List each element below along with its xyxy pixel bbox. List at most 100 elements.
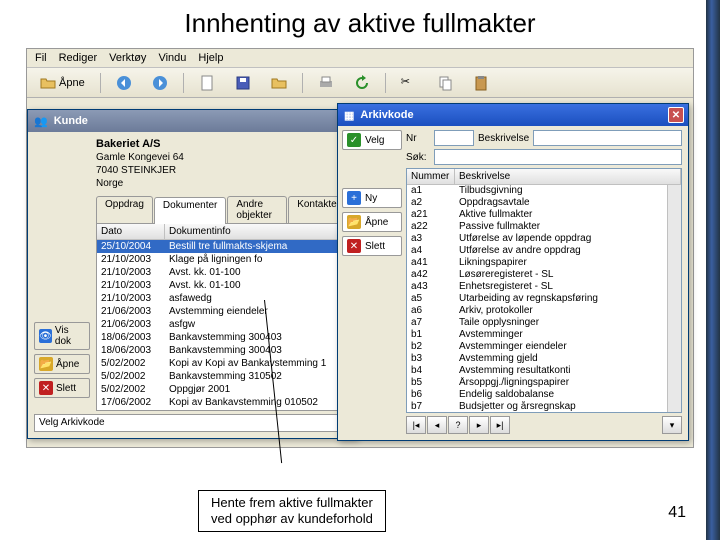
side-strip bbox=[706, 0, 720, 540]
tab-andre-objekter[interactable]: Andre objekter bbox=[227, 196, 287, 223]
open-button[interactable]: Åpne bbox=[33, 72, 92, 94]
arkiv-titlebar[interactable]: ▦ Arkivkode ✕ bbox=[338, 104, 688, 126]
close-button[interactable]: ✕ bbox=[668, 107, 684, 123]
table-row[interactable]: b6Endelig saldobalanse bbox=[407, 389, 681, 401]
col-dato[interactable]: Dato bbox=[97, 224, 165, 239]
slett-button[interactable]: ✕Slett bbox=[34, 378, 90, 398]
table-row[interactable]: 21/10/2003Avst. kk. 01-100 bbox=[97, 279, 349, 292]
record-nav: |◂ ◂ ? ▸ ▸| ▾ bbox=[406, 416, 682, 434]
table-row[interactable]: b7Budsjetter og årsregnskap bbox=[407, 401, 681, 413]
open-icon: 📂 bbox=[39, 357, 53, 371]
nav-first[interactable]: |◂ bbox=[406, 416, 426, 434]
table-row[interactable]: 21/06/2003asfgw bbox=[97, 318, 349, 331]
table-row[interactable]: 18/06/2003Bankavstemming 300403 bbox=[97, 344, 349, 357]
table-row[interactable]: 17/06/2002Kopi av Bankavstemming 010502 bbox=[97, 396, 349, 409]
nav-dropdown[interactable]: ▾ bbox=[662, 416, 682, 434]
table-row[interactable]: 21/10/2003asfawedg bbox=[97, 292, 349, 305]
table-row[interactable]: a21Aktive fullmakter bbox=[407, 209, 681, 221]
open-icon: 📂 bbox=[347, 215, 361, 229]
nav-prev[interactable]: ◂ bbox=[427, 416, 447, 434]
kunde-titlebar[interactable]: 👥 Kunde bbox=[28, 110, 356, 132]
table-row[interactable]: a4Utførelse av andre oppdrag bbox=[407, 245, 681, 257]
col-beskrivelse[interactable]: Beskrivelse bbox=[455, 169, 681, 184]
table-row[interactable]: 5/02/2002Bankavstemming 310502 bbox=[97, 370, 349, 383]
arkiv-list[interactable]: Nummer Beskrivelse a1Tilbudsgivninga2Opp… bbox=[406, 168, 682, 413]
table-row[interactable]: b4Avstemming resultatkonti bbox=[407, 365, 681, 377]
menubar: Fil Rediger Verktøy Vindu Hjelp bbox=[27, 49, 693, 68]
table-row[interactable]: 21/06/2003Avstemming eiendeler bbox=[97, 305, 349, 318]
new-doc-button[interactable] bbox=[192, 72, 222, 94]
slett-arkiv-button[interactable]: ✕Slett bbox=[342, 236, 402, 256]
menu-verktoy[interactable]: Verktøy bbox=[109, 52, 146, 64]
table-row[interactable]: a41Likningspapirer bbox=[407, 257, 681, 269]
col-nummer[interactable]: Nummer bbox=[407, 169, 455, 184]
table-row[interactable]: 25/10/2004Bestill tre fullmakts-skjema bbox=[97, 240, 349, 253]
table-row[interactable]: 21/10/2003Avst. kk. 01-100 bbox=[97, 266, 349, 279]
document-list-header: Dato Dokumentinfo bbox=[97, 224, 349, 240]
tab-dokumenter[interactable]: Dokumenter bbox=[154, 197, 226, 224]
table-row[interactable]: a7Taile opplysninger bbox=[407, 317, 681, 329]
print-button[interactable] bbox=[311, 72, 341, 94]
callout-box: Hente frem aktive fullmakter ved opphør … bbox=[198, 490, 386, 532]
table-row[interactable]: a6Arkiv, protokoller bbox=[407, 305, 681, 317]
col-dokumentinfo[interactable]: Dokumentinfo bbox=[165, 224, 349, 239]
separator bbox=[183, 73, 184, 93]
callout-line2: ved opphør av kundeforhold bbox=[211, 511, 373, 526]
table-row[interactable]: b2Avstemminger eiendeler bbox=[407, 341, 681, 353]
table-row[interactable]: 21/10/2003Klage på ligningen fo bbox=[97, 253, 349, 266]
nav-find[interactable]: ? bbox=[448, 416, 468, 434]
arkiv-actions: ✓Velg +Ny 📂Åpne ✕Slett bbox=[342, 130, 402, 256]
paste-button[interactable] bbox=[466, 72, 496, 94]
document-list[interactable]: Dato Dokumentinfo 25/10/2004Bestill tre … bbox=[96, 223, 350, 411]
table-row[interactable]: b1Avstemminger bbox=[407, 329, 681, 341]
nav-last[interactable]: ▸| bbox=[490, 416, 510, 434]
table-row[interactable]: b5Årsoppgj./ligningspapirer bbox=[407, 377, 681, 389]
menu-rediger[interactable]: Rediger bbox=[59, 52, 98, 64]
table-row[interactable]: 5/02/2002Oppgjør 2001 bbox=[97, 383, 349, 396]
kunde-name: Bakeriet A/S bbox=[96, 138, 160, 150]
refresh-button[interactable] bbox=[347, 72, 377, 94]
table-row[interactable]: 18/06/2003Bankavstemming 300403 bbox=[97, 331, 349, 344]
table-row[interactable]: a3Utførelse av løpende oppdrag bbox=[407, 233, 681, 245]
apne-arkiv-button[interactable]: 📂Åpne bbox=[342, 212, 402, 232]
velg-button[interactable]: ✓Velg bbox=[342, 130, 402, 150]
kunde-addr1: Gamle Kongevei 64 bbox=[96, 152, 184, 163]
apne-button[interactable]: 📂Åpne bbox=[34, 354, 90, 374]
table-row[interactable]: a5Utarbeiding av regnskapsføring bbox=[407, 293, 681, 305]
vis-dok-button[interactable]: 👁Vis dok bbox=[34, 322, 90, 350]
nav-next[interactable]: ▸ bbox=[469, 416, 489, 434]
nr-input[interactable] bbox=[434, 130, 474, 146]
table-row[interactable]: a22Passive fullmakter bbox=[407, 221, 681, 233]
table-row[interactable]: b3Avstemming gjeld bbox=[407, 353, 681, 365]
app-window: Fil Rediger Verktøy Vindu Hjelp Åpne ✂ 👥… bbox=[26, 48, 694, 448]
sok-input[interactable] bbox=[434, 149, 682, 165]
table-row[interactable]: 5/02/2002Kopi av Kopi av Bankavstemming … bbox=[97, 357, 349, 370]
folder-button[interactable] bbox=[264, 72, 294, 94]
ny-button[interactable]: +Ny bbox=[342, 188, 402, 208]
menu-fil[interactable]: Fil bbox=[35, 52, 47, 64]
kunde-left-buttons: 👁Vis dok 📂Åpne ✕Slett bbox=[34, 322, 90, 398]
document-icon bbox=[199, 75, 215, 91]
table-row[interactable]: 17/06/2002adgunderskrevet beretning bbox=[97, 409, 349, 411]
cut-button[interactable]: ✂ bbox=[394, 72, 424, 94]
menu-hjelp[interactable]: Hjelp bbox=[198, 52, 223, 64]
table-row[interactable]: a1Tilbudsgivning bbox=[407, 185, 681, 197]
save-button[interactable] bbox=[228, 72, 258, 94]
besk-input[interactable] bbox=[533, 130, 682, 146]
forward-button[interactable] bbox=[145, 72, 175, 94]
arkivkode-window: ▦ Arkivkode ✕ ✓Velg +Ny 📂Åpne ✕Slett Nr … bbox=[337, 103, 689, 441]
table-row[interactable]: a42Løsøreregisteret - SL bbox=[407, 269, 681, 281]
menu-vindu[interactable]: Vindu bbox=[158, 52, 186, 64]
kunde-window: 👥 Kunde 👁Vis dok 📂Åpne ✕Slett Bakeriet A… bbox=[27, 109, 357, 439]
copy-button[interactable] bbox=[430, 72, 460, 94]
sok-label: Søk: bbox=[406, 152, 430, 163]
table-row[interactable]: a2Oppdragsavtale bbox=[407, 197, 681, 209]
table-row[interactable]: a43Enhetsregisteret - SL bbox=[407, 281, 681, 293]
tab-oppdrag[interactable]: Oppdrag bbox=[96, 196, 153, 223]
choose-arkivkode[interactable]: Velg Arkivkode bbox=[34, 414, 350, 432]
scrollbar[interactable] bbox=[667, 185, 681, 412]
back-button[interactable] bbox=[109, 72, 139, 94]
save-icon bbox=[235, 75, 251, 91]
separator bbox=[385, 73, 386, 93]
delete-icon: ✕ bbox=[39, 381, 53, 395]
